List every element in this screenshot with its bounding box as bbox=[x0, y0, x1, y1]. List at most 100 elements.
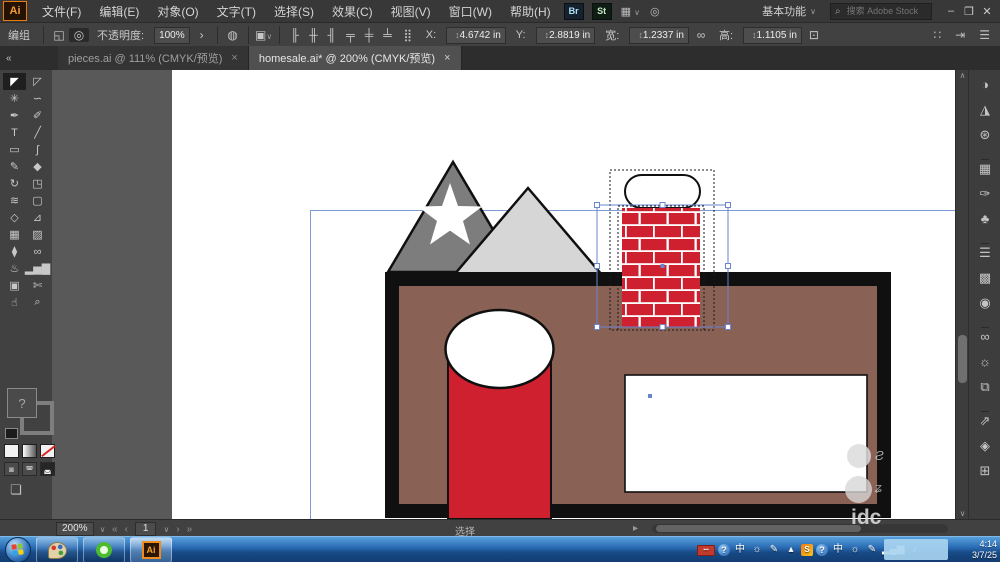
tab-close-icon[interactable]: × bbox=[444, 52, 450, 64]
layers-panel-icon[interactable]: ◈ bbox=[973, 437, 997, 454]
taskbar-illustrator-app[interactable]: Ai bbox=[130, 537, 172, 562]
draw-normal-mode[interactable]: ◙ bbox=[4, 462, 19, 476]
recolor-artwork-icon[interactable]: ⊛ bbox=[973, 126, 997, 143]
export-panel-icon[interactable]: ⇗ bbox=[973, 412, 997, 429]
close-button[interactable]: ✕ bbox=[978, 5, 996, 18]
transparency-panel-icon[interactable]: ◉ bbox=[973, 294, 997, 311]
taskbar-paint-app[interactable] bbox=[36, 537, 78, 562]
opacity-value-field[interactable]: 100% bbox=[154, 27, 190, 44]
toolbar-collapse-button[interactable]: « bbox=[6, 53, 12, 64]
mesh-tool[interactable]: ▦ bbox=[3, 226, 26, 243]
gradient-tool[interactable]: ▨ bbox=[26, 226, 49, 243]
direct-selection-tool[interactable]: ◸ bbox=[26, 73, 49, 90]
free-transform-tool[interactable]: ▢ bbox=[26, 192, 49, 209]
selection-center-point[interactable] bbox=[661, 264, 665, 268]
hand-tool[interactable]: ☝ bbox=[3, 294, 26, 311]
menu-window[interactable]: 窗口(W) bbox=[440, 3, 501, 20]
cc-libraries-panel-icon[interactable]: ∞ bbox=[973, 328, 997, 345]
menu-select[interactable]: 选择(S) bbox=[265, 3, 323, 20]
eraser-tool[interactable]: ◆ bbox=[26, 158, 49, 175]
restore-button[interactable]: ❐ bbox=[960, 5, 978, 18]
fill-swatch[interactable]: ? bbox=[7, 388, 37, 418]
rectangle-tool[interactable]: ▭ bbox=[3, 141, 26, 158]
symbols-panel-icon[interactable]: ♣ bbox=[973, 210, 997, 227]
horizontal-scrollbar[interactable] bbox=[652, 524, 948, 533]
taskbar-browser-app[interactable] bbox=[83, 537, 125, 562]
menu-object[interactable]: 对象(O) bbox=[148, 3, 207, 20]
search-input[interactable] bbox=[845, 5, 927, 17]
type-tool[interactable]: T bbox=[3, 124, 26, 141]
tab-homesale[interactable]: homesale.ai* @ 200% (CMYK/预览) × bbox=[249, 46, 462, 70]
graphic-styles-panel-icon[interactable]: ⧉ bbox=[973, 378, 997, 395]
brushes-panel-icon[interactable]: ✑ bbox=[973, 185, 997, 202]
ime2-settings-icon[interactable]: ☼ bbox=[848, 543, 862, 557]
panel-menu-icon[interactable]: ☰ bbox=[979, 28, 990, 42]
tray-expand-icon[interactable]: ▴ bbox=[784, 543, 798, 557]
artboards-panel-icon[interactable]: ⊞ bbox=[973, 462, 997, 479]
vertical-scrollbar[interactable]: ∧ ∨ bbox=[955, 70, 969, 519]
horizontal-scroll-thumb[interactable] bbox=[656, 525, 861, 532]
ime-banner-icon[interactable]: ▪▪▪ bbox=[697, 545, 715, 556]
screen-mode-button[interactable]: ❏ bbox=[10, 482, 22, 498]
stock-icon[interactable]: St bbox=[592, 3, 612, 20]
menu-edit[interactable]: 编辑(E) bbox=[90, 3, 148, 20]
link-dimensions-icon[interactable]: ∞ bbox=[691, 28, 711, 42]
swatches-panel-icon[interactable]: ▦ bbox=[973, 160, 997, 177]
workspace-switcher[interactable]: 基本功能∨ bbox=[762, 3, 816, 19]
zoom-dropdown-icon[interactable]: ∨ bbox=[100, 525, 106, 534]
scale-tool[interactable]: ◳ bbox=[26, 175, 49, 192]
scroll-right-icon[interactable]: ▸ bbox=[633, 523, 638, 534]
align-top-icon[interactable]: ╤ bbox=[346, 28, 355, 42]
pen-tool[interactable]: ✒ bbox=[3, 107, 26, 124]
cylinder-top-ellipse[interactable] bbox=[446, 310, 554, 388]
height-value-field[interactable]: ↕1.1105 in bbox=[743, 27, 802, 44]
next-artboard-button[interactable]: › bbox=[176, 524, 179, 535]
align-center-icon[interactable]: ╫ bbox=[309, 28, 318, 42]
artboard-tool[interactable]: ▣ bbox=[3, 277, 26, 294]
menu-type[interactable]: 文字(T) bbox=[208, 3, 265, 20]
stroke-align-icon[interactable]: ⇥ bbox=[955, 28, 965, 42]
slice-tool[interactable]: ✄ bbox=[26, 277, 49, 294]
column-graph-tool[interactable]: ▂▅▇ bbox=[26, 260, 49, 277]
zoom-tool[interactable]: ⌕ bbox=[26, 294, 49, 311]
help2-icon[interactable]: ? bbox=[816, 544, 828, 556]
arrange-documents-icon[interactable]: ▦ ∨ bbox=[616, 5, 645, 18]
color-button[interactable] bbox=[4, 444, 19, 458]
pencil-tool[interactable]: ✎ bbox=[3, 158, 26, 175]
ime2-chinese-icon[interactable]: 中 bbox=[831, 543, 845, 557]
menu-help[interactable]: 帮助(H) bbox=[501, 3, 560, 20]
perspective-grid-tool[interactable]: ⊿ bbox=[26, 209, 49, 226]
window-anchor-point[interactable] bbox=[648, 394, 652, 398]
menu-file[interactable]: 文件(F) bbox=[33, 3, 90, 20]
draw-inside-mode[interactable]: ◛ bbox=[40, 462, 55, 476]
minimize-button[interactable]: – bbox=[942, 5, 960, 17]
symbol-sprayer-tool[interactable]: ♨ bbox=[3, 260, 26, 277]
gradient-panel-icon[interactable]: ▩ bbox=[973, 269, 997, 286]
paintbrush-tool[interactable]: ʃ bbox=[26, 141, 49, 158]
help-icon[interactable]: ? bbox=[718, 544, 730, 556]
fill-stroke-control[interactable]: ? bbox=[5, 388, 49, 440]
ime-settings-icon[interactable]: ☼ bbox=[750, 543, 764, 557]
transform-again-icon[interactable]: ⊡ bbox=[804, 28, 824, 42]
sogou-ime-icon[interactable]: S bbox=[801, 544, 813, 556]
zoom-level-field[interactable]: 200% bbox=[56, 522, 94, 536]
color-panel-icon[interactable]: ◑ bbox=[973, 76, 997, 93]
y-value-field[interactable]: ↕2.8819 in bbox=[536, 27, 596, 44]
lasso-tool[interactable]: ∽ bbox=[26, 90, 49, 107]
bridge-icon[interactable]: Br bbox=[564, 3, 584, 20]
vertical-scroll-thumb[interactable] bbox=[958, 335, 967, 383]
width-tool[interactable]: ≋ bbox=[3, 192, 26, 209]
align-left-icon[interactable]: ╟ bbox=[291, 28, 300, 42]
tab-pieces[interactable]: pieces.ai @ 111% (CMYK/预览) × bbox=[58, 46, 249, 70]
width-value-field[interactable]: ↕1.2337 in bbox=[629, 27, 689, 44]
recolor-artwork-icon[interactable]: ◍ bbox=[223, 28, 243, 42]
start-button[interactable] bbox=[5, 537, 31, 562]
draw-behind-mode[interactable]: ◚ bbox=[22, 462, 37, 476]
first-artboard-button[interactable]: « bbox=[112, 524, 118, 535]
eyedropper-tool[interactable]: ⧫ bbox=[3, 243, 26, 260]
align-right-icon[interactable]: ╢ bbox=[328, 28, 337, 42]
window-shape[interactable] bbox=[625, 375, 867, 492]
blob-brush-tool[interactable]: ✐ bbox=[26, 107, 49, 124]
share-screen-icon[interactable]: ◎ bbox=[645, 5, 665, 18]
canvas[interactable] bbox=[52, 70, 955, 519]
